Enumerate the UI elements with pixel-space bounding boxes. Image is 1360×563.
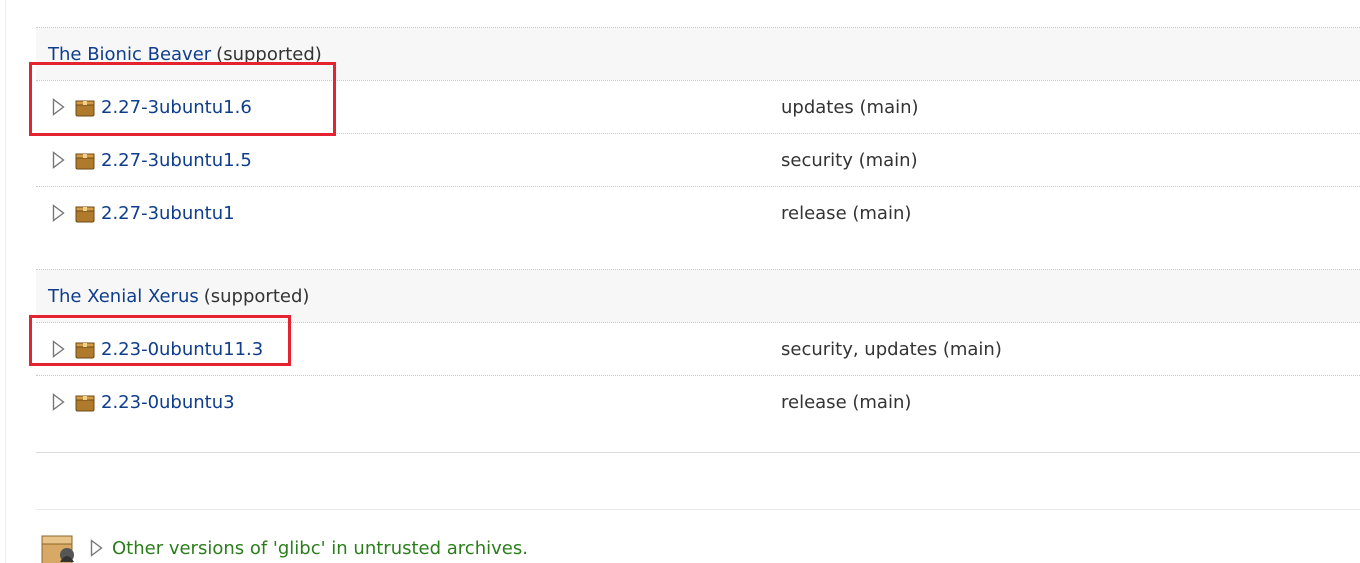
triangle-right-icon[interactable] [52,151,65,169]
series-link-xenial[interactable]: The Xenial Xerus [48,286,199,307]
untrusted-archives-link[interactable]: Other versions of 'glibc' in untrusted a… [112,538,528,559]
triangle-right-icon[interactable] [52,393,65,411]
series-status-bionic: (supported) [216,43,322,65]
package-box-icon [75,342,95,359]
versions-table: The Bionic Beaver (supported) 2.27-3ubun… [36,0,1360,428]
table-bottom-border [36,452,1360,453]
series-status-xenial: (supported) [203,285,310,307]
pocket-label: release (main) [781,202,912,224]
untrusted-archives: Other versions of 'glibc' in untrusted a… [40,530,528,563]
package-box-icon [75,206,95,223]
untrusted-package-icon [41,535,74,563]
series-link-bionic[interactable]: The Bionic Beaver [48,44,211,65]
section-divider [36,509,1360,510]
package-box-icon [75,395,95,412]
pocket-label: security, updates (main) [781,338,1002,360]
left-border [5,0,6,563]
page: The Bionic Beaver (supported) 2.27-3ubun… [0,0,1360,563]
version-row: 2.27-3ubuntu1.5 security (main) [36,134,1360,186]
pocket-label: updates (main) [781,96,919,118]
triangle-right-icon[interactable] [90,539,103,557]
triangle-right-icon[interactable] [52,340,65,358]
package-box-icon [75,153,95,170]
pocket-label: security (main) [781,149,918,171]
version-link[interactable]: 2.23-0ubuntu11.3 [101,339,731,360]
series-header-bionic: The Bionic Beaver (supported) [36,28,1360,80]
package-box-icon [75,100,95,117]
version-link[interactable]: 2.23-0ubuntu3 [101,392,731,413]
version-row: 2.23-0ubuntu11.3 security, updates (main… [36,323,1360,375]
version-row: 2.27-3ubuntu1.6 updates (main) [36,81,1360,133]
triangle-right-icon[interactable] [52,98,65,116]
triangle-right-icon[interactable] [52,204,65,222]
pocket-label: release (main) [781,391,912,413]
version-link[interactable]: 2.27-3ubuntu1 [101,203,731,224]
series-header-xenial: The Xenial Xerus (supported) [36,270,1360,322]
version-link[interactable]: 2.27-3ubuntu1.5 [101,150,731,171]
version-row: 2.23-0ubuntu3 release (main) [36,376,1360,428]
version-link[interactable]: 2.27-3ubuntu1.6 [101,97,731,118]
version-row: 2.27-3ubuntu1 release (main) [36,187,1360,239]
